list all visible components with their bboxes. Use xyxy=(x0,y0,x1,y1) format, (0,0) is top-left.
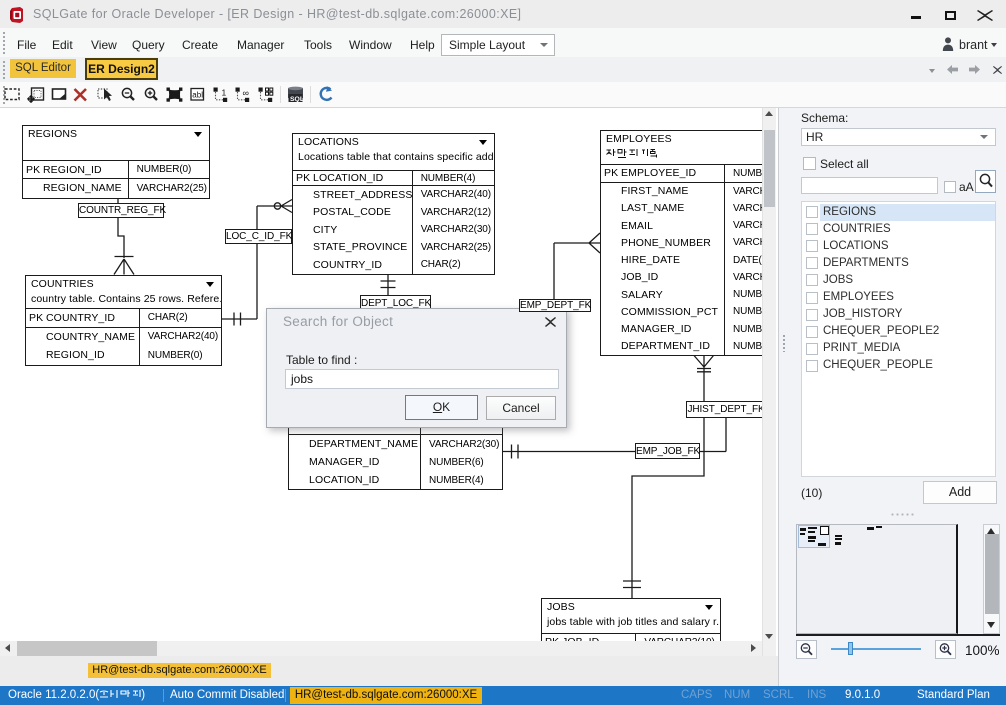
svg-text:abl: abl xyxy=(192,91,203,100)
svg-text:SQL: SQL xyxy=(290,96,304,103)
svg-text:∞: ∞ xyxy=(243,88,249,98)
svg-text:1: 1 xyxy=(222,88,227,98)
